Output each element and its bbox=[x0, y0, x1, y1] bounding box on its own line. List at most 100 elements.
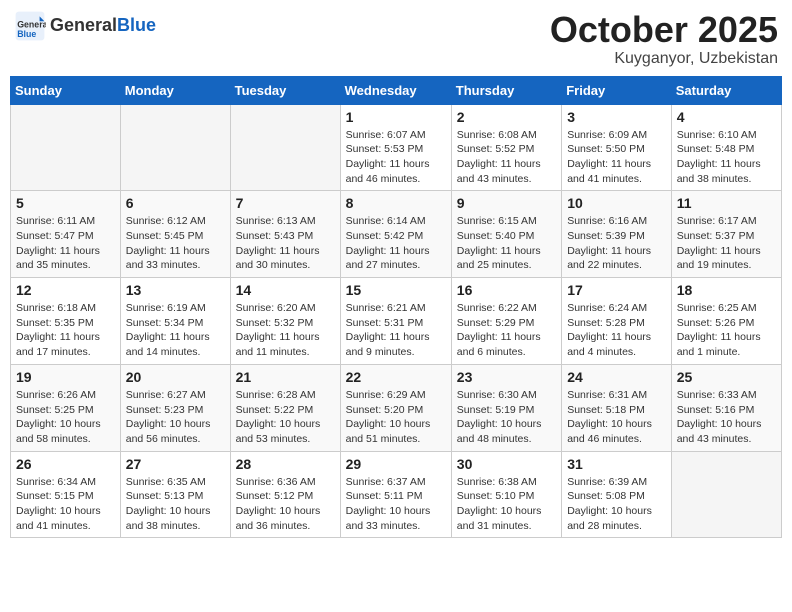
day-number: 9 bbox=[457, 195, 556, 211]
calendar-cell: 21 Sunrise: 6:28 AM Sunset: 5:22 PM Dayli… bbox=[230, 364, 340, 451]
day-number: 7 bbox=[236, 195, 335, 211]
calendar-cell: 7 Sunrise: 6:13 AM Sunset: 5:43 PM Daylig… bbox=[230, 191, 340, 278]
day-info: Sunrise: 6:16 AM Sunset: 5:39 PM Dayligh… bbox=[567, 214, 666, 273]
weekday-header: Tuesday bbox=[230, 76, 340, 104]
day-info: Sunrise: 6:28 AM Sunset: 5:22 PM Dayligh… bbox=[236, 388, 335, 447]
calendar-cell: 28 Sunrise: 6:36 AM Sunset: 5:12 PM Dayli… bbox=[230, 451, 340, 538]
day-info: Sunrise: 6:26 AM Sunset: 5:25 PM Dayligh… bbox=[16, 388, 115, 447]
calendar-cell bbox=[120, 104, 230, 191]
calendar-cell: 12 Sunrise: 6:18 AM Sunset: 5:35 PM Dayli… bbox=[11, 278, 121, 365]
title-block: October 2025 Kuyganyor, Uzbekistan bbox=[550, 10, 778, 68]
day-number: 13 bbox=[126, 282, 225, 298]
day-info: Sunrise: 6:31 AM Sunset: 5:18 PM Dayligh… bbox=[567, 388, 666, 447]
calendar-cell: 1Sunrise: 6:07 AM Sunset: 5:53 PM Daylig… bbox=[340, 104, 451, 191]
calendar-cell: 14Sunrise: 6:20 AM Sunset: 5:32 PM Dayli… bbox=[230, 278, 340, 365]
day-number: 21 bbox=[236, 369, 335, 385]
day-number: 8 bbox=[346, 195, 446, 211]
day-number: 16 bbox=[457, 282, 556, 298]
calendar-cell: 10Sunrise: 6:16 AM Sunset: 5:39 PM Dayli… bbox=[562, 191, 672, 278]
calendar-cell: 9 Sunrise: 6:15 AM Sunset: 5:40 PM Daylig… bbox=[451, 191, 561, 278]
logo-general-text: General bbox=[50, 15, 117, 35]
day-info: Sunrise: 6:15 AM Sunset: 5:40 PM Dayligh… bbox=[457, 214, 556, 273]
weekday-header: Friday bbox=[562, 76, 672, 104]
calendar-cell: 18Sunrise: 6:25 AM Sunset: 5:26 PM Dayli… bbox=[671, 278, 781, 365]
calendar-cell bbox=[11, 104, 121, 191]
day-info: Sunrise: 6:29 AM Sunset: 5:20 PM Dayligh… bbox=[346, 388, 446, 447]
day-info: Sunrise: 6:39 AM Sunset: 5:08 PM Dayligh… bbox=[567, 475, 666, 534]
calendar-cell: 3 Sunrise: 6:09 AM Sunset: 5:50 PM Daylig… bbox=[562, 104, 672, 191]
day-number: 25 bbox=[677, 369, 776, 385]
calendar-cell: 17 Sunrise: 6:24 AM Sunset: 5:28 PM Dayli… bbox=[562, 278, 672, 365]
calendar-cell: 22 Sunrise: 6:29 AM Sunset: 5:20 PM Dayli… bbox=[340, 364, 451, 451]
calendar-cell: 31 Sunrise: 6:39 AM Sunset: 5:08 PM Dayli… bbox=[562, 451, 672, 538]
page-header: General Blue GeneralBlue October 2025 Ku… bbox=[10, 10, 782, 68]
day-info: Sunrise: 6:38 AM Sunset: 5:10 PM Dayligh… bbox=[457, 475, 556, 534]
weekday-header: Sunday bbox=[11, 76, 121, 104]
calendar-cell bbox=[230, 104, 340, 191]
day-info: Sunrise: 6:14 AM Sunset: 5:42 PM Dayligh… bbox=[346, 214, 446, 273]
day-number: 28 bbox=[236, 456, 335, 472]
svg-text:Blue: Blue bbox=[17, 29, 36, 39]
day-info: Sunrise: 6:30 AM Sunset: 5:19 PM Dayligh… bbox=[457, 388, 556, 447]
day-number: 23 bbox=[457, 369, 556, 385]
day-number: 6 bbox=[126, 195, 225, 211]
day-number: 24 bbox=[567, 369, 666, 385]
day-info: Sunrise: 6:33 AM Sunset: 5:16 PM Dayligh… bbox=[677, 388, 776, 447]
day-info: Sunrise: 6:13 AM Sunset: 5:43 PM Dayligh… bbox=[236, 214, 335, 273]
day-number: 27 bbox=[126, 456, 225, 472]
day-number: 3 bbox=[567, 109, 666, 125]
calendar-cell: 29Sunrise: 6:37 AM Sunset: 5:11 PM Dayli… bbox=[340, 451, 451, 538]
day-number: 17 bbox=[567, 282, 666, 298]
day-info: Sunrise: 6:34 AM Sunset: 5:15 PM Dayligh… bbox=[16, 475, 115, 534]
calendar-cell: 30 Sunrise: 6:38 AM Sunset: 5:10 PM Dayli… bbox=[451, 451, 561, 538]
calendar-cell: 25 Sunrise: 6:33 AM Sunset: 5:16 PM Dayli… bbox=[671, 364, 781, 451]
day-number: 14 bbox=[236, 282, 335, 298]
calendar-cell: 15Sunrise: 6:21 AM Sunset: 5:31 PM Dayli… bbox=[340, 278, 451, 365]
day-info: Sunrise: 6:22 AM Sunset: 5:29 PM Dayligh… bbox=[457, 301, 556, 360]
calendar-cell: 6 Sunrise: 6:12 AM Sunset: 5:45 PM Daylig… bbox=[120, 191, 230, 278]
day-info: Sunrise: 6:25 AM Sunset: 5:26 PM Dayligh… bbox=[677, 301, 776, 360]
day-info: Sunrise: 6:17 AM Sunset: 5:37 PM Dayligh… bbox=[677, 214, 776, 273]
day-info: Sunrise: 6:07 AM Sunset: 5:53 PM Dayligh… bbox=[346, 128, 446, 187]
month-title: October 2025 bbox=[550, 10, 778, 50]
calendar-table: SundayMondayTuesdayWednesdayThursdayFrid… bbox=[10, 76, 782, 539]
logo-blue-text: Blue bbox=[117, 15, 156, 35]
day-number: 30 bbox=[457, 456, 556, 472]
day-info: Sunrise: 6:27 AM Sunset: 5:23 PM Dayligh… bbox=[126, 388, 225, 447]
day-info: Sunrise: 6:36 AM Sunset: 5:12 PM Dayligh… bbox=[236, 475, 335, 534]
day-info: Sunrise: 6:37 AM Sunset: 5:11 PM Dayligh… bbox=[346, 475, 446, 534]
calendar-cell: 26 Sunrise: 6:34 AM Sunset: 5:15 PM Dayli… bbox=[11, 451, 121, 538]
weekday-header: Saturday bbox=[671, 76, 781, 104]
day-info: Sunrise: 6:09 AM Sunset: 5:50 PM Dayligh… bbox=[567, 128, 666, 187]
day-number: 31 bbox=[567, 456, 666, 472]
calendar-cell: 19Sunrise: 6:26 AM Sunset: 5:25 PM Dayli… bbox=[11, 364, 121, 451]
day-info: Sunrise: 6:08 AM Sunset: 5:52 PM Dayligh… bbox=[457, 128, 556, 187]
day-info: Sunrise: 6:24 AM Sunset: 5:28 PM Dayligh… bbox=[567, 301, 666, 360]
logo-icon: General Blue bbox=[14, 10, 46, 42]
day-number: 20 bbox=[126, 369, 225, 385]
day-number: 22 bbox=[346, 369, 446, 385]
calendar-week-row: 12 Sunrise: 6:18 AM Sunset: 5:35 PM Dayli… bbox=[11, 278, 782, 365]
weekday-header: Monday bbox=[120, 76, 230, 104]
day-number: 12 bbox=[16, 282, 115, 298]
calendar-cell: 23 Sunrise: 6:30 AM Sunset: 5:19 PM Dayli… bbox=[451, 364, 561, 451]
calendar-week-row: 1Sunrise: 6:07 AM Sunset: 5:53 PM Daylig… bbox=[11, 104, 782, 191]
day-info: Sunrise: 6:21 AM Sunset: 5:31 PM Dayligh… bbox=[346, 301, 446, 360]
day-info: Sunrise: 6:10 AM Sunset: 5:48 PM Dayligh… bbox=[677, 128, 776, 187]
day-info: Sunrise: 6:11 AM Sunset: 5:47 PM Dayligh… bbox=[16, 214, 115, 273]
calendar-cell: 2Sunrise: 6:08 AM Sunset: 5:52 PM Daylig… bbox=[451, 104, 561, 191]
calendar-cell: 27Sunrise: 6:35 AM Sunset: 5:13 PM Dayli… bbox=[120, 451, 230, 538]
calendar-week-row: 5 Sunrise: 6:11 AM Sunset: 5:47 PM Daylig… bbox=[11, 191, 782, 278]
day-number: 26 bbox=[16, 456, 115, 472]
calendar-cell: 20 Sunrise: 6:27 AM Sunset: 5:23 PM Dayli… bbox=[120, 364, 230, 451]
weekday-header-row: SundayMondayTuesdayWednesdayThursdayFrid… bbox=[11, 76, 782, 104]
weekday-header: Thursday bbox=[451, 76, 561, 104]
weekday-header: Wednesday bbox=[340, 76, 451, 104]
calendar-cell: 5 Sunrise: 6:11 AM Sunset: 5:47 PM Daylig… bbox=[11, 191, 121, 278]
calendar-cell: 24 Sunrise: 6:31 AM Sunset: 5:18 PM Dayli… bbox=[562, 364, 672, 451]
day-info: Sunrise: 6:12 AM Sunset: 5:45 PM Dayligh… bbox=[126, 214, 225, 273]
day-info: Sunrise: 6:18 AM Sunset: 5:35 PM Dayligh… bbox=[16, 301, 115, 360]
calendar-week-row: 26 Sunrise: 6:34 AM Sunset: 5:15 PM Dayli… bbox=[11, 451, 782, 538]
day-number: 5 bbox=[16, 195, 115, 211]
location-text: Kuyganyor, Uzbekistan bbox=[550, 50, 778, 68]
